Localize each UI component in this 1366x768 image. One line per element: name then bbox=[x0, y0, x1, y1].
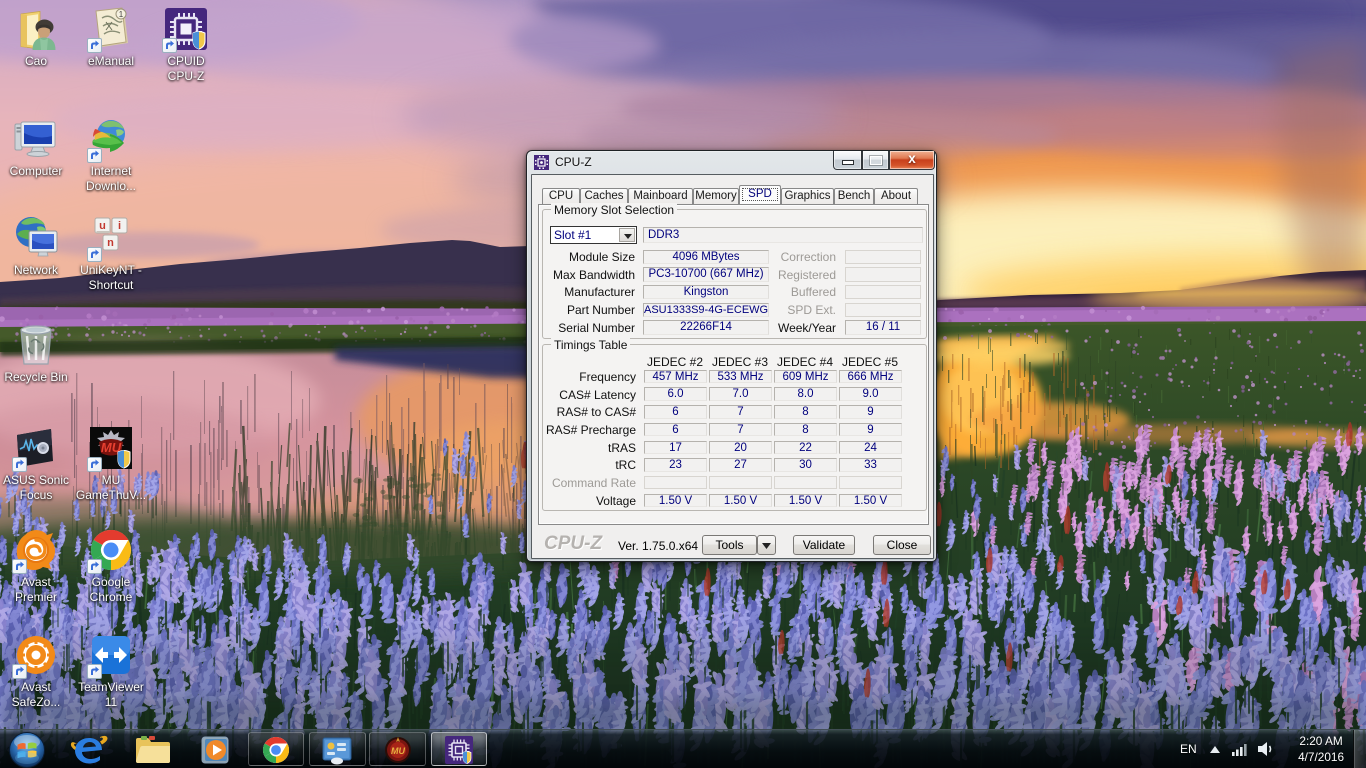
svg-text:MU: MU bbox=[391, 746, 405, 756]
svg-text:i: i bbox=[118, 220, 121, 232]
svg-text:u: u bbox=[99, 220, 106, 232]
svg-text:1: 1 bbox=[119, 10, 124, 19]
svg-text:n: n bbox=[107, 237, 114, 249]
